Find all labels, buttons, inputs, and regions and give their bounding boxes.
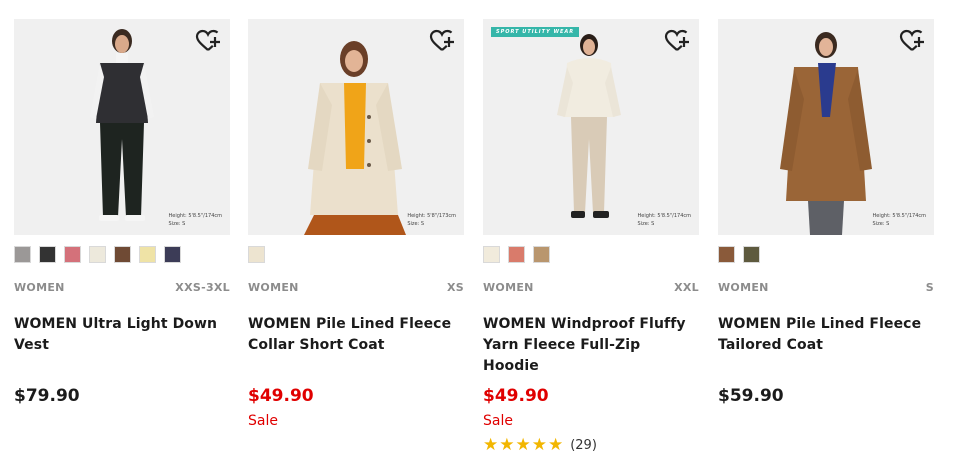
heart-plus-icon [429, 29, 454, 51]
color-swatch[interactable] [114, 246, 131, 263]
add-to-wishlist-button[interactable] [195, 28, 221, 54]
model-height: Height: 5'8"/173cm [407, 213, 456, 219]
product-price: $59.90 [718, 386, 784, 406]
model-info: Height: 5'8"/173cm Size: S [407, 212, 456, 228]
color-swatch[interactable] [508, 246, 525, 263]
model-height: Height: 5'8.5"/174cm [872, 213, 926, 219]
sale-label: Sale [483, 413, 513, 429]
product-name[interactable]: WOMEN Windproof Fluffy Yarn Fleece Full-… [483, 314, 699, 374]
product-image[interactable]: Height: 5'8.5"/174cm Size: S [14, 19, 230, 235]
gender-label: WOMEN [718, 281, 769, 294]
product-image[interactable]: Height: 5'8.5"/174cm Size: S [718, 19, 934, 235]
color-swatches [248, 246, 464, 263]
color-swatches [718, 246, 934, 263]
color-swatch[interactable] [14, 246, 31, 263]
product-price: $79.90 [14, 386, 80, 406]
product-name[interactable]: WOMEN Pile Lined Fleece Tailored Coat [718, 314, 934, 356]
product-price: $49.90 [483, 386, 549, 406]
product-grid: Height: 5'8.5"/174cm Size: S WOMEN XXS-3… [0, 0, 960, 470]
model-height: Height: 5'8.5"/174cm [168, 213, 222, 219]
product-card[interactable]: Height: 5'8"/173cm Size: S WOMEN XS WOME… [248, 19, 464, 429]
color-swatches [14, 246, 230, 263]
color-swatch[interactable] [248, 246, 265, 263]
sale-label: Sale [248, 413, 278, 429]
add-to-wishlist-button[interactable] [899, 28, 925, 54]
size-range: XS [446, 281, 464, 294]
gender-label: WOMEN [483, 281, 534, 294]
product-card[interactable]: Height: 5'8.5"/174cm Size: S WOMEN XXS-3… [14, 19, 230, 410]
gender-label: WOMEN [14, 281, 65, 294]
product-meta: WOMEN XS [248, 281, 464, 295]
color-swatch[interactable] [743, 246, 760, 263]
sport-utility-wear-tag: SPORT UTILITY WEAR [491, 27, 580, 37]
product-meta: WOMEN XXL [483, 281, 699, 295]
color-swatch[interactable] [164, 246, 181, 263]
product-rating[interactable]: ★★★★★ (29) [483, 435, 699, 455]
model-info: Height: 5'8.5"/174cm Size: S [873, 212, 926, 228]
size-range: XXS-3XL [175, 281, 230, 294]
star-icon: ★★★★★ [483, 435, 565, 455]
product-name[interactable]: WOMEN Pile Lined Fleece Collar Short Coa… [248, 314, 464, 356]
product-name[interactable]: WOMEN Ultra Light Down Vest [14, 314, 230, 356]
review-count: (29) [570, 437, 597, 453]
color-swatch[interactable] [718, 246, 735, 263]
gender-label: WOMEN [248, 281, 299, 294]
color-swatch[interactable] [483, 246, 500, 263]
add-to-wishlist-button[interactable] [429, 28, 455, 54]
product-image[interactable]: SPORT UTILITY WEAR Height: 5'8.5"/174cm … [483, 19, 699, 235]
size-range: S [925, 281, 934, 294]
heart-plus-icon [899, 29, 924, 51]
model-size: Size: S [168, 221, 186, 227]
product-meta: WOMEN XXS-3XL [14, 281, 230, 295]
color-swatch[interactable] [89, 246, 106, 263]
size-range: XXL [674, 281, 699, 294]
model-height: Height: 5'8.5"/174cm [637, 213, 691, 219]
product-price: $49.90 [248, 386, 314, 406]
add-to-wishlist-button[interactable] [664, 28, 690, 54]
model-size: Size: S [637, 221, 655, 227]
product-image[interactable]: Height: 5'8"/173cm Size: S [248, 19, 464, 235]
product-card[interactable]: SPORT UTILITY WEAR Height: 5'8.5"/174cm … [483, 19, 699, 455]
color-swatches [483, 246, 699, 263]
product-meta: WOMEN S [718, 281, 934, 295]
product-card[interactable]: Height: 5'8.5"/174cm Size: S WOMEN S WOM… [718, 19, 934, 410]
model-info: Height: 5'8.5"/174cm Size: S [169, 212, 222, 228]
heart-plus-icon [195, 29, 220, 51]
model-info: Height: 5'8.5"/174cm Size: S [638, 212, 691, 228]
heart-plus-icon [664, 29, 689, 51]
model-size: Size: S [872, 221, 890, 227]
color-swatch[interactable] [533, 246, 550, 263]
color-swatch[interactable] [39, 246, 56, 263]
model-size: Size: S [407, 221, 425, 227]
color-swatch[interactable] [139, 246, 156, 263]
color-swatch[interactable] [64, 246, 81, 263]
